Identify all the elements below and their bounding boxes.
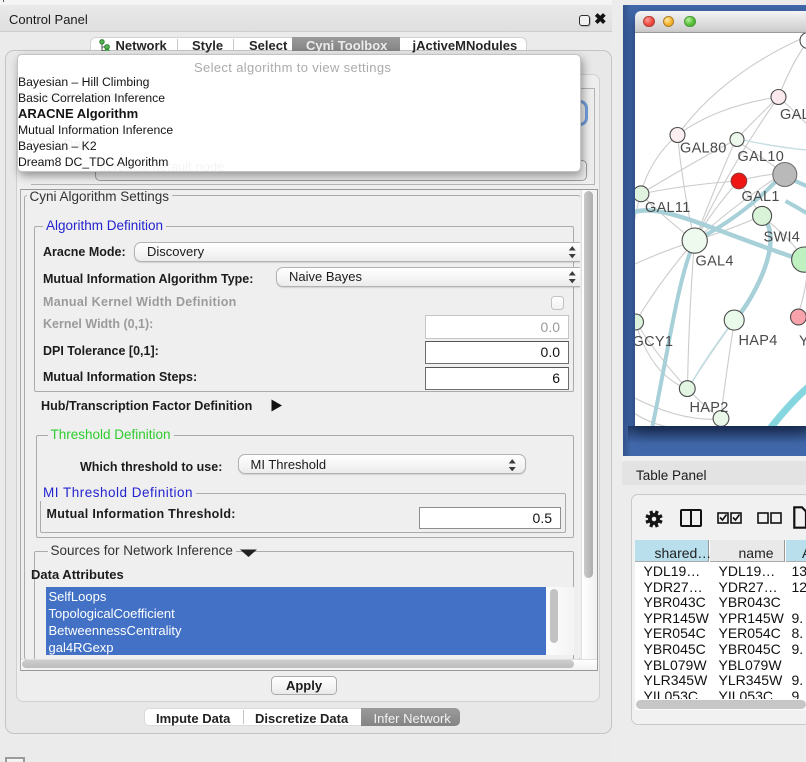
svg-text:GAL10: GAL10	[737, 149, 784, 165]
svg-text:HAP4: HAP4	[738, 333, 777, 349]
svg-text:HAP2: HAP2	[689, 400, 728, 416]
svg-text:GAL11: GAL11	[645, 200, 691, 216]
svg-text:YJ: YJ	[799, 334, 806, 350]
svg-text:GAL80: GAL80	[680, 141, 727, 157]
svg-text:SWI4: SWI4	[763, 230, 800, 246]
svg-text:GAL4: GAL4	[695, 254, 733, 270]
svg-text:GAL7: GAL7	[780, 107, 806, 123]
svg-text:GAL1: GAL1	[741, 189, 779, 205]
svg-text:GCY1: GCY1	[635, 334, 673, 350]
